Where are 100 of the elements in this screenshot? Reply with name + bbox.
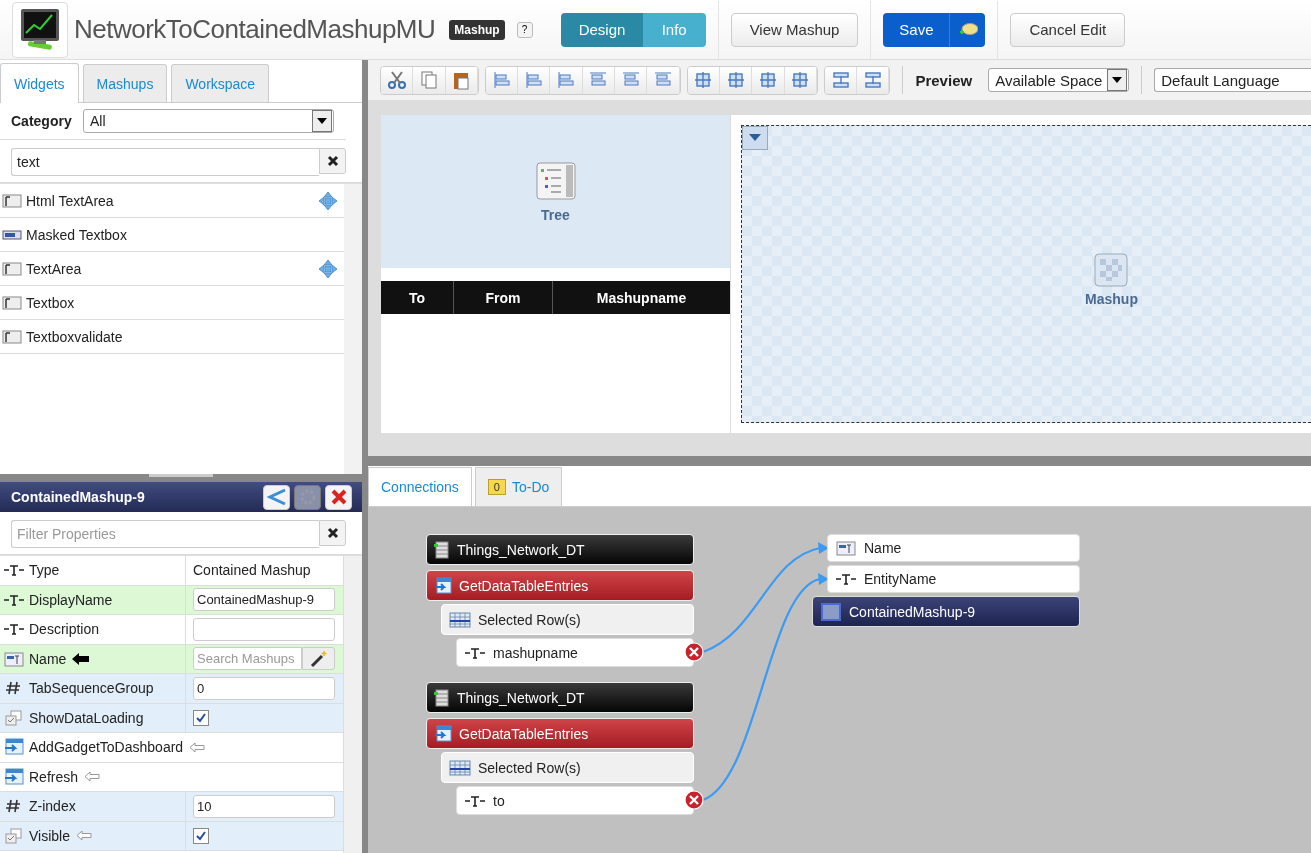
cut-button[interactable] [381,66,414,94]
align-middle-button[interactable] [615,66,648,94]
widget-search-field[interactable]: text [11,148,319,176]
preview-select[interactable]: Available Space [988,68,1130,92]
service-icon [434,576,452,595]
checkbox[interactable] [193,709,209,726]
mashup-icon [1094,253,1129,287]
wand-button[interactable] [302,647,335,671]
horizontal-spacing-button[interactable] [857,66,890,94]
property-input[interactable]: ContainedMashup-9 [193,588,335,612]
align-left-button[interactable] [485,66,519,94]
mashup-container[interactable]: Mashup [741,125,1311,423]
property-label: TabSequenceGroup [29,680,154,697]
property-label: Z-index [29,798,76,815]
copy-button[interactable] [413,66,446,94]
center-button[interactable] [752,66,785,94]
widget-item[interactable]: Html TextArea [26,192,314,209]
category-select[interactable]: All [83,109,334,133]
help-button[interactable]: ? [516,21,533,38]
magic-wand-icon [309,649,328,668]
remove-icon[interactable] [684,790,704,810]
text-type-icon [3,593,25,606]
property-input[interactable]: 0 [193,676,335,700]
property-input[interactable]: 10 [193,794,335,818]
vertical-spacing-button[interactable] [824,66,858,94]
align-center-button[interactable] [518,66,551,94]
widget-item[interactable]: Textboxvalidate [26,328,338,345]
language-select[interactable]: Default Language [1154,68,1311,92]
align-right-button[interactable] [550,66,583,94]
column-header[interactable]: Mashupname [553,281,730,314]
widget-item[interactable]: TextArea [26,260,314,277]
property-label: Visible [29,827,70,844]
settings-icon [298,488,317,506]
widget-item[interactable]: Masked Textbox [26,226,338,243]
center-icon [757,70,778,90]
column-header[interactable]: From [454,281,553,314]
save-button[interactable]: Save [883,12,950,47]
thing-node[interactable]: Things_Network_DT [426,534,694,565]
text-type-icon [464,646,486,659]
property-label: AddGadgetToDashboard [29,739,184,756]
target-node[interactable]: ContainedMashup-9 [812,596,1080,627]
share-button[interactable] [263,484,290,510]
header-button[interactable]: View Mashup [730,12,859,47]
dropdown-icon [1112,77,1123,83]
target-node[interactable]: EntityName [827,565,1080,593]
scrollbar[interactable] [344,184,362,474]
align-center-icon [523,70,544,90]
preview-label: Preview [915,71,973,89]
scissors-icon [386,70,407,90]
fill-button[interactable] [784,66,817,94]
dropdown-button[interactable] [742,126,768,150]
property-label: Name [29,650,67,667]
widget-item[interactable]: Textbox [26,294,338,311]
scrollbar[interactable] [343,556,362,853]
grid-icon [449,611,471,628]
text-type-icon [3,623,25,636]
type-badge: Mashup [449,19,505,40]
thing-node[interactable]: Things_Network_DT [426,682,694,713]
clear-button[interactable] [319,148,346,174]
selected-rows-node[interactable]: Selected Row(s) [441,752,694,783]
align-bottom-button[interactable] [647,66,680,94]
clipboard-icon [451,70,472,90]
fit-height-icon [725,70,746,90]
property-label: Type [29,562,60,579]
horizontal-spacing-icon [862,70,883,90]
target-node[interactable]: Name [827,534,1080,562]
fit-height-button[interactable] [719,66,753,94]
align-top-button[interactable] [582,66,616,94]
mode-tab[interactable]: Design [560,12,643,47]
tree-widget[interactable]: Tree [381,115,730,268]
widget-icon [820,601,842,622]
data-table-icon [434,540,450,559]
panel-tab[interactable]: Widgets [0,63,79,103]
vertical-spacing-icon [830,70,851,90]
header-button[interactable]: Cancel Edit [1010,12,1126,47]
tree-label: Tree [541,206,570,223]
fit-width-button[interactable] [687,66,720,94]
fill-icon [790,70,811,90]
column-header[interactable]: To [381,281,454,314]
paste-button[interactable] [445,66,478,94]
delete-button[interactable] [325,484,352,510]
clear-button[interactable] [319,520,346,546]
mashup-label: Mashup [1085,291,1138,307]
mashup-type-icon [835,540,857,556]
selected-rows-node[interactable]: Selected Row(s) [441,604,694,635]
mashup-type-icon [3,650,25,667]
grid-icon [449,759,471,776]
comment-button[interactable] [949,12,986,47]
service-node[interactable]: GetDataTableEntries [426,570,694,601]
service-node[interactable]: GetDataTableEntries [426,718,694,749]
field-node[interactable]: to [456,786,694,815]
service-icon [434,724,452,743]
bottom-tab[interactable]: Connections [368,467,472,506]
checkbox[interactable] [193,827,209,844]
checkbox-type-icon [3,827,25,844]
property-input[interactable] [193,617,335,641]
bottom-tab[interactable]: 0 To-Do [474,467,563,506]
remove-icon[interactable] [684,642,704,662]
mashup-title: NetworkToContainedMashupMU [74,14,436,45]
field-node[interactable]: mashupname [456,638,694,667]
